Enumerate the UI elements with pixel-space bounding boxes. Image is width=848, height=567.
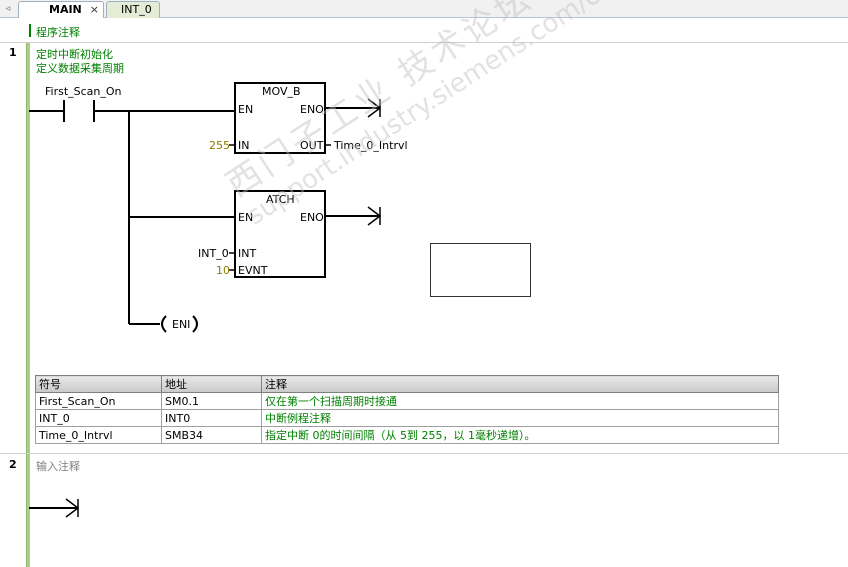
eni-coil-label[interactable]: ENI xyxy=(172,318,190,331)
table-row[interactable]: First_Scan_On SM0.1 仅在第一个扫描周期时接通 xyxy=(35,392,779,410)
symbol-cell: First_Scan_On xyxy=(35,392,162,410)
symbol-cell: INT_0 xyxy=(35,409,162,427)
comment-cell: 仅在第一个扫描周期时接通 xyxy=(261,392,779,410)
coil-left-paren xyxy=(161,315,167,333)
atch-eno-pin: ENO xyxy=(300,211,324,224)
coil-right-paren xyxy=(192,315,198,333)
table-row[interactable]: INT_0 INT0 中断例程注释 xyxy=(35,409,779,427)
mov-b-title[interactable]: MOV_B xyxy=(262,85,301,98)
atch-en-pin: EN xyxy=(238,211,254,224)
network-2-number[interactable]: 2 xyxy=(9,458,17,471)
atch-evnt-value[interactable]: 10 xyxy=(216,264,230,277)
mov-b-out-value[interactable]: Time_0_Intrvl xyxy=(334,139,408,152)
contact-label[interactable]: First_Scan_On xyxy=(45,85,122,98)
symbol-table: 符号 地址 注释 First_Scan_On SM0.1 仅在第一个扫描周期时接… xyxy=(35,375,779,444)
address-cell: SMB34 xyxy=(161,426,262,444)
address-cell: SM0.1 xyxy=(161,392,262,410)
mov-b-en-pin: EN xyxy=(238,103,254,116)
atch-int-value[interactable]: INT_0 xyxy=(198,247,229,260)
column-header-comment: 注释 xyxy=(261,375,779,393)
column-header-address: 地址 xyxy=(161,375,262,393)
empty-box xyxy=(430,243,531,297)
symbol-cell: Time_0_Intrvl xyxy=(35,426,162,444)
atch-evnt-pin: EVNT xyxy=(238,264,268,277)
atch-title[interactable]: ATCH xyxy=(266,193,295,206)
mov-b-in-value[interactable]: 255 xyxy=(209,139,230,152)
network-2-comment[interactable]: 输入注释 xyxy=(36,458,80,474)
comment-cell: 指定中断 0的时间间隔（从 5到 255，以 1毫秒递增）。 xyxy=(261,426,779,444)
symbol-table-header: 符号 地址 注释 xyxy=(35,375,779,393)
atch-int-pin: INT xyxy=(238,247,257,260)
mov-b-in-pin: IN xyxy=(238,139,250,152)
network-separator xyxy=(0,453,848,454)
table-row[interactable]: Time_0_Intrvl SMB34 指定中断 0的时间间隔（从 5到 255… xyxy=(35,426,779,444)
address-cell: INT0 xyxy=(161,409,262,427)
mov-b-eno-pin: ENO xyxy=(300,103,324,116)
column-header-symbol: 符号 xyxy=(35,375,162,393)
network-1-ladder xyxy=(29,82,382,518)
comment-cell: 中断例程注释 xyxy=(261,409,779,427)
mov-b-out-pin: OUT xyxy=(300,139,324,152)
